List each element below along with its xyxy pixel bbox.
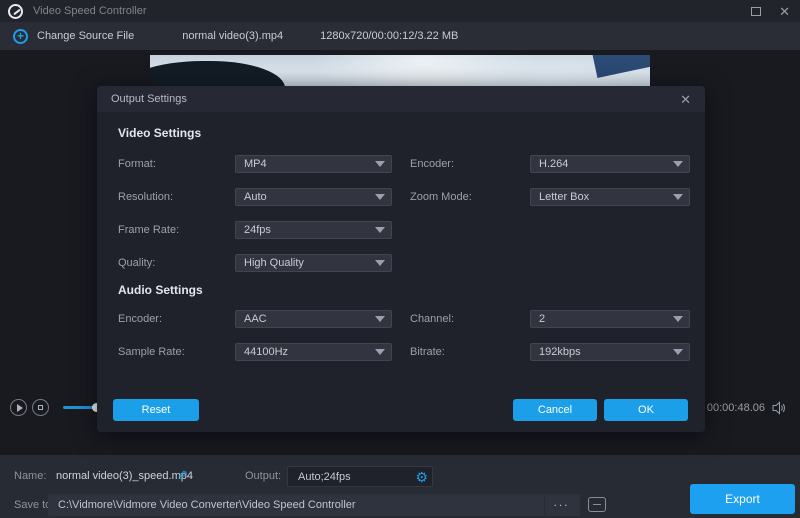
volume-icon[interactable] bbox=[771, 401, 787, 420]
stop-icon bbox=[38, 405, 43, 410]
sample-rate-label: Sample Rate: bbox=[118, 346, 235, 358]
output-filename: normal video(3)_speed.mp4 bbox=[56, 470, 193, 482]
chevron-down-icon bbox=[673, 161, 683, 167]
save-path-field[interactable]: C:\Vidmore\Vidmore Video Converter\Video… bbox=[48, 494, 580, 516]
zoom-mode-label: Zoom Mode: bbox=[410, 191, 530, 203]
chevron-down-icon bbox=[673, 194, 683, 200]
change-source-button[interactable]: Change Source File bbox=[37, 30, 134, 42]
bitrate-label: Bitrate: bbox=[410, 346, 530, 358]
channel-label: Channel: bbox=[410, 313, 530, 325]
close-icon[interactable]: ✕ bbox=[779, 5, 790, 18]
video-preview bbox=[150, 55, 650, 86]
quality-select[interactable]: High Quality bbox=[235, 254, 392, 272]
zoom-mode-select[interactable]: Letter Box bbox=[530, 188, 690, 206]
format-select[interactable]: MP4 bbox=[235, 155, 392, 173]
app-window: Video Speed Controller ✕ + Change Source… bbox=[0, 0, 800, 518]
output-label: Output: bbox=[245, 470, 281, 482]
bitrate-select[interactable]: 192kbps bbox=[530, 343, 690, 361]
name-label: Name: bbox=[14, 470, 46, 482]
video-preview-shape bbox=[592, 55, 650, 78]
chevron-down-icon bbox=[375, 260, 385, 266]
audio-encoder-select[interactable]: AAC bbox=[235, 310, 392, 328]
audio-encoder-label: Encoder: bbox=[118, 313, 235, 325]
ok-button[interactable]: OK bbox=[604, 399, 688, 421]
reset-button[interactable]: Reset bbox=[113, 399, 199, 421]
chevron-down-icon bbox=[375, 161, 385, 167]
output-format-field[interactable]: Auto;24fps ⚙ bbox=[287, 466, 433, 487]
browse-button[interactable]: ... bbox=[544, 495, 578, 515]
chevron-down-icon bbox=[375, 349, 385, 355]
resolution-select[interactable]: Auto bbox=[235, 188, 392, 206]
dialog-close-icon[interactable]: ✕ bbox=[680, 93, 691, 106]
footer-panel: Name: normal video(3)_speed.mp4 ✎ Output… bbox=[0, 455, 800, 518]
play-button[interactable] bbox=[10, 399, 27, 416]
quality-label: Quality: bbox=[118, 257, 235, 269]
audio-settings-heading: Audio Settings bbox=[118, 283, 690, 297]
toolbar: + Change Source File normal video(3).mp4… bbox=[0, 22, 800, 50]
video-preview-shape bbox=[150, 61, 285, 86]
title-bar: Video Speed Controller ✕ bbox=[0, 0, 800, 22]
open-folder-icon[interactable] bbox=[588, 497, 606, 512]
encoder-select[interactable]: H.264 bbox=[530, 155, 690, 173]
resolution-label: Resolution: bbox=[118, 191, 235, 203]
chevron-down-icon bbox=[375, 316, 385, 322]
file-info: 1280x720/00:00:12/3.22 MB bbox=[320, 30, 458, 42]
channel-select[interactable]: 2 bbox=[530, 310, 690, 328]
edit-name-icon[interactable]: ✎ bbox=[177, 468, 188, 484]
video-settings-heading: Video Settings bbox=[118, 126, 690, 140]
sample-rate-select[interactable]: 44100Hz bbox=[235, 343, 392, 361]
add-file-icon[interactable]: + bbox=[13, 29, 28, 44]
chevron-down-icon bbox=[375, 227, 385, 233]
output-settings-dialog: Output Settings ✕ Video Settings Format:… bbox=[97, 86, 705, 432]
duration-time: 00:00:48.06 bbox=[707, 402, 765, 414]
save-path-value: C:\Vidmore\Vidmore Video Converter\Video… bbox=[58, 499, 356, 511]
cancel-button[interactable]: Cancel bbox=[513, 399, 597, 421]
gear-icon[interactable]: ⚙ bbox=[415, 468, 428, 486]
seek-slider[interactable] bbox=[63, 406, 97, 409]
maximize-icon[interactable] bbox=[751, 7, 761, 16]
stop-button[interactable] bbox=[32, 399, 49, 416]
dialog-title: Output Settings bbox=[111, 93, 187, 105]
frame-rate-select[interactable]: 24fps bbox=[235, 221, 392, 239]
app-logo-icon bbox=[8, 4, 23, 19]
encoder-label: Encoder: bbox=[410, 158, 530, 170]
chevron-down-icon bbox=[673, 316, 683, 322]
format-label: Format: bbox=[118, 158, 235, 170]
output-format-value: Auto;24fps bbox=[298, 471, 351, 483]
chevron-down-icon bbox=[375, 194, 385, 200]
frame-rate-label: Frame Rate: bbox=[118, 224, 235, 236]
play-icon bbox=[17, 404, 23, 412]
chevron-down-icon bbox=[673, 349, 683, 355]
window-title: Video Speed Controller bbox=[33, 5, 147, 17]
current-filename: normal video(3).mp4 bbox=[182, 30, 283, 42]
dialog-header: Output Settings ✕ bbox=[97, 86, 705, 112]
